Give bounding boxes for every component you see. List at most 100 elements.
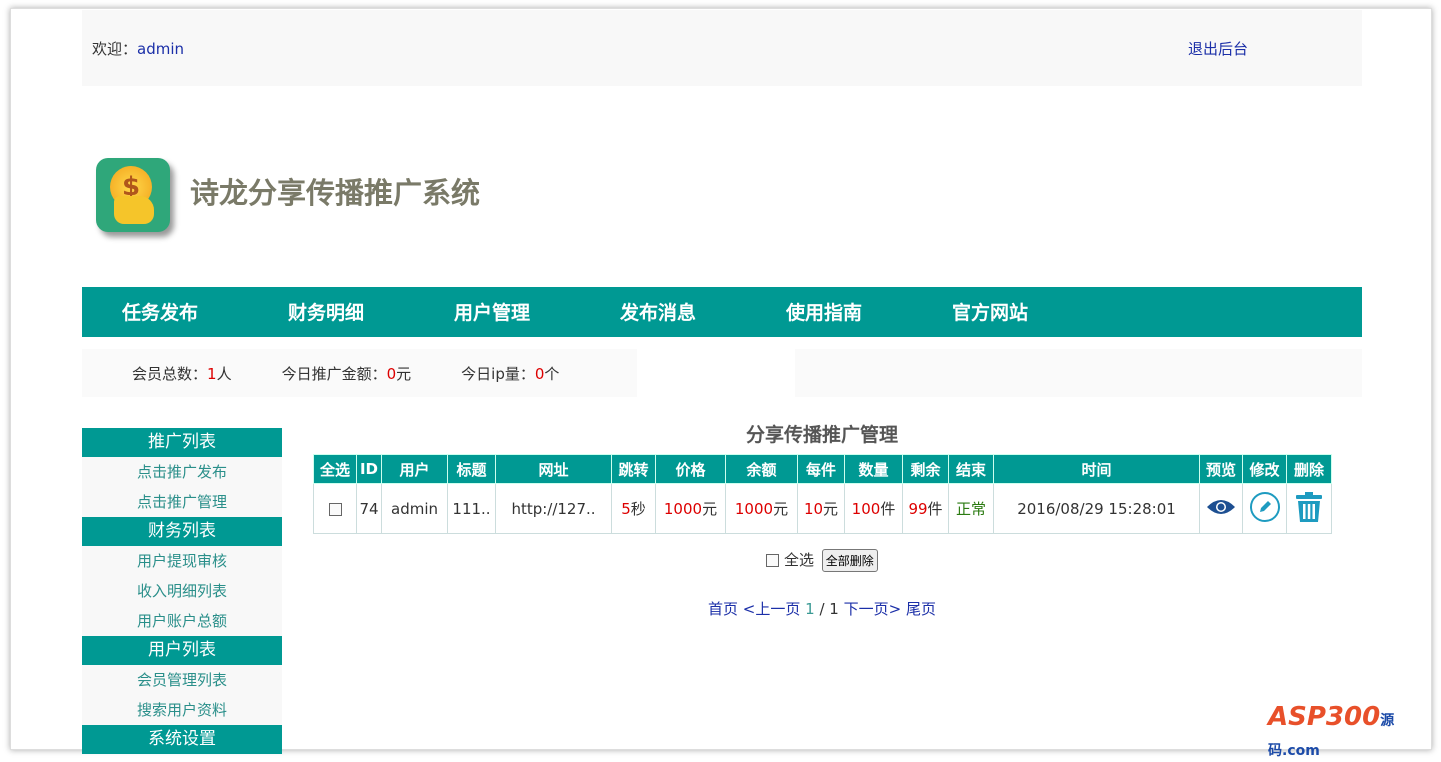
col-balance: 余额: [725, 454, 798, 484]
balance-unit: 元: [773, 500, 789, 518]
cell-select: [313, 483, 357, 534]
current-page: 1: [805, 600, 815, 618]
sidebar-item-promo-publish[interactable]: 点击推广发布: [82, 457, 282, 487]
sidebar-heading-users[interactable]: 用户列表: [82, 636, 282, 665]
jump-unit: 秒: [630, 500, 646, 518]
cell-user: admin: [381, 483, 448, 534]
nav-guide[interactable]: 使用指南: [786, 287, 952, 337]
col-delete: 删除: [1286, 454, 1332, 484]
watermark-logo: ASP300源码.com: [1268, 702, 1441, 762]
welcome-text: 欢迎：admin: [92, 38, 184, 59]
col-jump: 跳转: [611, 454, 656, 484]
cell-jump: 5秒: [611, 483, 656, 534]
site-title: 诗龙分享传播推广系统: [190, 176, 481, 210]
sidebar-item-income-list[interactable]: 收入明细列表: [82, 576, 282, 606]
stat-value: 1: [207, 364, 217, 383]
watermark-domain: .com: [1282, 743, 1320, 759]
cell-title: 111..: [447, 483, 496, 534]
sidebar-heading-finance[interactable]: 财务列表: [82, 517, 282, 546]
sidebar-heading-settings[interactable]: 系统设置: [82, 725, 282, 754]
cell-each: 10元: [797, 483, 845, 534]
col-qty: 数量: [844, 454, 903, 484]
welcome-label: 欢迎：: [92, 40, 138, 58]
stat-label: 会员总数：: [132, 364, 208, 383]
stat-amount: 今日推广金额：0元: [282, 363, 412, 384]
sidebar-item-search-user[interactable]: 搜索用户资料: [82, 695, 282, 725]
cell-delete: [1286, 483, 1332, 534]
balance-value: 1000: [734, 500, 774, 518]
sidebar-item-member-list[interactable]: 会员管理列表: [82, 665, 282, 695]
col-select[interactable]: 全选: [313, 454, 357, 484]
stat-value: 0: [386, 364, 397, 383]
cell-preview: [1199, 483, 1243, 534]
bulk-actions: 全选 全部删除: [313, 549, 1331, 572]
price-unit: 元: [702, 500, 718, 518]
col-each: 每件: [797, 454, 845, 484]
remain-value: 99: [908, 500, 928, 518]
nav-official-site[interactable]: 官方网站: [952, 287, 1118, 337]
table-header: 全选 ID 用户 标题 网址 跳转 价格 余额 每件 数量 剩余 结束 时间 预…: [313, 454, 1332, 484]
sidebar-item-promo-manage[interactable]: 点击推广管理: [82, 487, 282, 517]
stat-unit: 元: [396, 364, 412, 383]
cell-status: 正常: [948, 483, 994, 534]
col-title: 标题: [447, 454, 496, 484]
pagination: 首页 <上一页 1 / 1 下一页> 尾页: [313, 598, 1331, 619]
delete-all-button[interactable]: 全部删除: [821, 549, 878, 572]
trash-icon[interactable]: [1295, 491, 1323, 523]
qty-value: 100: [851, 500, 881, 518]
last-page-link[interactable]: 尾页: [906, 600, 936, 618]
stat-ip: 今日ip量：0个: [461, 363, 559, 384]
stat-members: 会员总数：1人: [132, 363, 232, 384]
pencil-icon[interactable]: [1249, 491, 1281, 523]
hand-icon: [114, 196, 154, 224]
col-price: 价格: [655, 454, 726, 484]
col-edit: 修改: [1242, 454, 1287, 484]
watermark-brand: ASP300: [1268, 702, 1381, 732]
qty-unit: 件: [880, 500, 896, 518]
row-checkbox[interactable]: [328, 502, 342, 516]
col-user: 用户: [381, 454, 448, 484]
username-link[interactable]: admin: [137, 40, 184, 58]
nav-finance[interactable]: 财务明细: [288, 287, 454, 337]
logout-link[interactable]: 退出后台: [1188, 38, 1248, 59]
stat-label: 今日推广金额：: [281, 364, 387, 383]
nav-messages[interactable]: 发布消息: [620, 287, 786, 337]
stat-unit: 个: [544, 364, 560, 383]
cell-price: 1000元: [655, 483, 726, 534]
price-value: 1000: [663, 500, 703, 518]
nav-users[interactable]: 用户管理: [454, 287, 620, 337]
cell-edit: [1242, 483, 1287, 534]
prev-page-link[interactable]: <上一页: [743, 600, 801, 618]
total-pages: 1: [829, 600, 839, 618]
sidebar: 推广列表 点击推广发布 点击推广管理 财务列表 用户提现审核 收入明细列表 用户…: [82, 428, 282, 754]
promo-table: 全选 ID 用户 标题 网址 跳转 价格 余额 每件 数量 剩余 结束 时间 预…: [313, 454, 1332, 534]
sidebar-item-account-total[interactable]: 用户账户总额: [82, 606, 282, 636]
sidebar-item-withdraw-review[interactable]: 用户提现审核: [82, 546, 282, 576]
select-all-checkbox[interactable]: [766, 554, 780, 567]
each-unit: 元: [823, 500, 839, 518]
col-preview: 预览: [1199, 454, 1243, 484]
cell-time: 2016/08/29 15:28:01: [993, 483, 1200, 534]
sidebar-heading-promo[interactable]: 推广列表: [82, 428, 282, 457]
col-url: 网址: [495, 454, 612, 484]
remain-unit: 件: [927, 500, 943, 518]
cell-balance: 1000元: [725, 483, 798, 534]
cell-url: http://127..: [495, 483, 612, 534]
jump-value: 5: [621, 500, 631, 518]
col-id: ID: [356, 454, 382, 484]
first-page-link[interactable]: 首页: [708, 600, 738, 618]
stat-label: 今日ip量：: [461, 364, 535, 383]
each-value: 10: [803, 500, 824, 518]
stats-bar: 会员总数：1人 今日推广金额：0元 今日ip量：0个: [82, 349, 637, 397]
stat-value: 0: [534, 364, 545, 383]
cell-qty: 100件: [844, 483, 903, 534]
cell-id: 74: [356, 483, 382, 534]
col-status: 结束: [948, 454, 994, 484]
select-all-label[interactable]: 全选: [784, 551, 814, 569]
main-nav: 任务发布 财务明细 用户管理 发布消息 使用指南 官方网站: [82, 287, 1362, 337]
page-separator: /: [814, 600, 830, 618]
stat-unit: 人: [216, 364, 232, 383]
eye-icon[interactable]: [1206, 498, 1236, 516]
nav-task-publish[interactable]: 任务发布: [122, 287, 288, 337]
next-page-link[interactable]: 下一页>: [844, 600, 902, 618]
